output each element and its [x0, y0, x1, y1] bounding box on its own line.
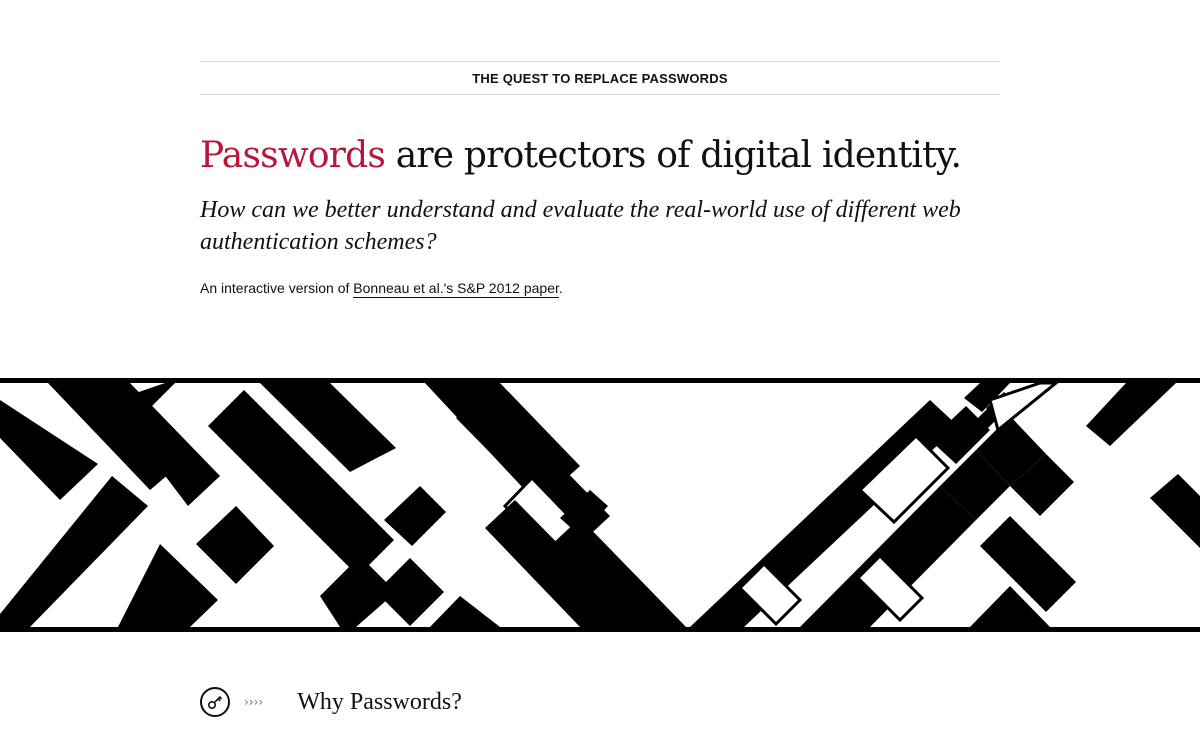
pattern-bar	[196, 506, 274, 584]
pattern-bar	[1086, 383, 1176, 446]
pattern-bar	[1150, 474, 1200, 548]
section-heading-row[interactable]: ›››› Why Passwords?	[200, 684, 462, 720]
pattern-bar	[430, 596, 500, 627]
pattern-bar	[980, 516, 1076, 612]
key-icon[interactable]	[200, 687, 230, 717]
banner-bottom-rule	[0, 627, 1200, 632]
banner-top-rule	[0, 378, 1200, 383]
page-headline: Passwords are protectors of digital iden…	[200, 130, 1020, 182]
page: THE QUEST TO REPLACE PASSWORDS Passwords…	[0, 0, 1200, 742]
site-title[interactable]: THE QUEST TO REPLACE PASSWORDS	[472, 71, 727, 86]
chevrons-icon: ››››	[244, 695, 264, 709]
pattern-shapes	[0, 383, 1200, 627]
headline-accent: Passwords	[200, 135, 386, 176]
key-icon-graphic	[207, 695, 223, 710]
pattern-bar	[384, 486, 446, 546]
section-title[interactable]: Why Passwords?	[297, 689, 462, 716]
decorative-pattern-banner	[0, 378, 1200, 632]
pattern-bar	[118, 544, 218, 627]
headline-rest: are protectors of digital identity.	[385, 135, 962, 176]
intro-prefix: An interactive version of	[200, 280, 354, 296]
page-subheadline: How can we better understand and evaluat…	[200, 197, 961, 255]
intro-suffix: .	[558, 280, 563, 296]
intro-text: An interactive version of Bonneau et al.…	[200, 277, 1000, 299]
site-header: THE QUEST TO REPLACE PASSWORDS	[200, 61, 1000, 95]
pattern-bar	[0, 476, 148, 627]
paper-link[interactable]: Bonneau et al.'s S&P 2012 paper	[353, 280, 559, 298]
pattern-bar	[376, 558, 444, 626]
